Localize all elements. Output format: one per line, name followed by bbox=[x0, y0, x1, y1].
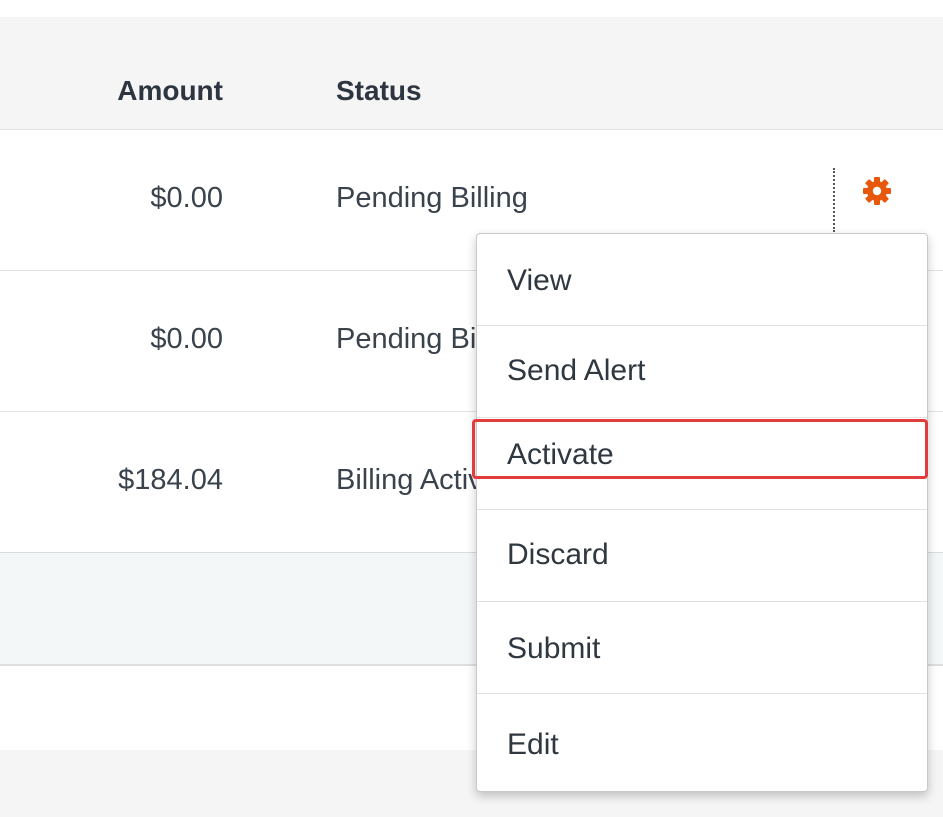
action-divider bbox=[833, 168, 835, 232]
row-actions-button[interactable] bbox=[862, 176, 892, 206]
status-cell: Pending Billing bbox=[336, 182, 528, 214]
menu-item-label: Activate bbox=[507, 438, 614, 471]
menu-item-edit[interactable]: Edit bbox=[477, 696, 927, 788]
menu-item-submit[interactable]: Submit bbox=[477, 602, 927, 694]
gear-icon bbox=[863, 177, 891, 205]
status-cell: Billing Active bbox=[336, 464, 499, 496]
row-actions-menu: View Send Alert Activate Discard Submit … bbox=[476, 233, 928, 792]
table-header: Amount Status bbox=[0, 17, 943, 130]
column-header-status[interactable]: Status bbox=[336, 75, 422, 107]
amount-cell: $184.04 bbox=[118, 464, 223, 496]
menu-item-discard[interactable]: Discard bbox=[477, 510, 927, 602]
menu-item-label: Submit bbox=[507, 632, 601, 665]
menu-item-label: Send Alert bbox=[507, 354, 646, 387]
menu-item-label: Discard bbox=[507, 538, 609, 571]
column-header-amount[interactable]: Amount bbox=[117, 75, 223, 107]
menu-item-label: Edit bbox=[507, 728, 559, 761]
menu-item-view[interactable]: View bbox=[477, 234, 927, 326]
menu-item-send-alert[interactable]: Send Alert bbox=[477, 326, 927, 418]
amount-cell: $0.00 bbox=[150, 182, 223, 214]
menu-item-activate[interactable]: Activate bbox=[477, 418, 927, 510]
amount-cell: $0.00 bbox=[150, 323, 223, 355]
menu-item-label: View bbox=[507, 264, 572, 297]
